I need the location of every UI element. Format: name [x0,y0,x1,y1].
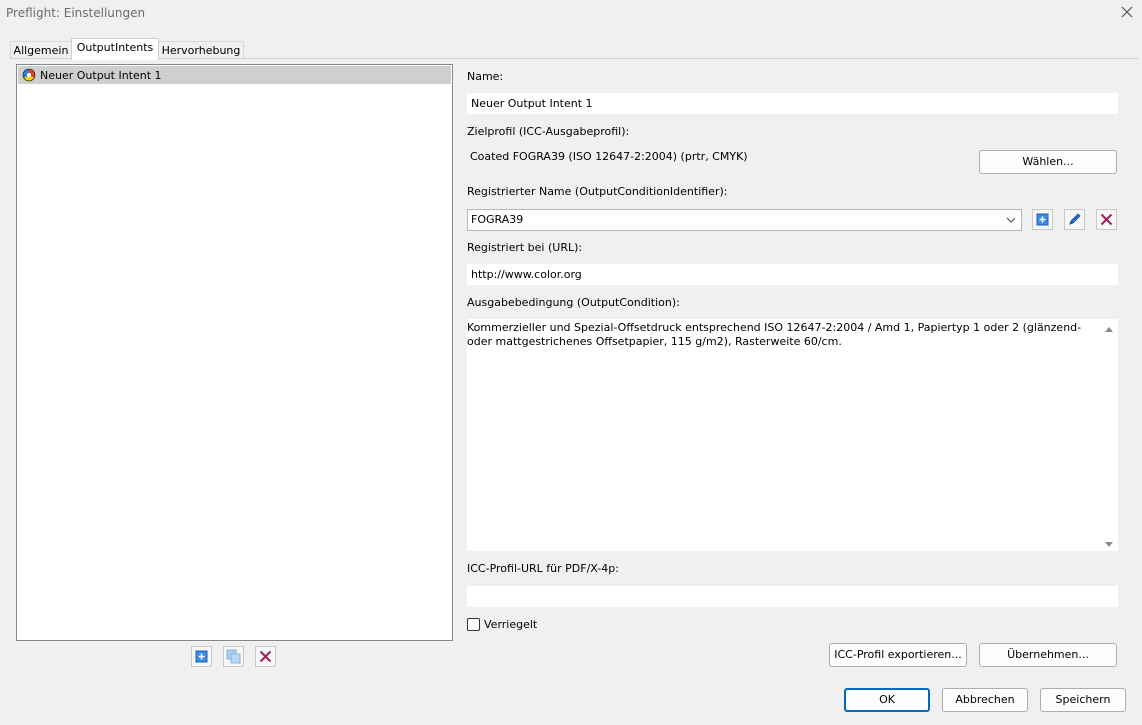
profile-value: Coated FOGRA39 (ISO 12647-2:2004) (prtr,… [470,150,748,163]
tab-outputintents[interactable]: OutputIntents [71,38,159,60]
choose-profile-button[interactable]: Wählen... [979,150,1117,174]
list-item-label: Neuer Output Intent 1 [40,69,162,82]
export-icc-button[interactable]: ICC-Profil exportieren... [829,643,967,667]
ok-button[interactable]: OK [844,688,930,712]
save-button[interactable]: Speichern [1040,688,1126,712]
add-intent-button[interactable] [191,646,212,667]
condition-textarea[interactable]: Kommerzieller und Spezial-Offsetdruck en… [467,319,1118,551]
add-identifier-button[interactable] [1032,209,1053,230]
delete-identifier-button[interactable] [1096,209,1117,230]
scroll-down-icon[interactable] [1104,539,1114,547]
add-icon [1036,213,1049,226]
delete-icon [1100,213,1113,226]
registry-url-field[interactable]: http://www.color.org [467,264,1118,285]
icc-url-label: ICC-Profil-URL für PDF/X-4p: [467,562,619,575]
cancel-button[interactable]: Abbrechen [942,688,1028,712]
add-icon [195,650,208,663]
scroll-up-icon[interactable] [1104,323,1114,332]
name-field[interactable]: Neuer Output Intent 1 [467,93,1118,114]
tab-hervorhebung[interactable]: Hervorhebung [158,41,244,59]
apply-button[interactable]: Übernehmen... [979,643,1117,667]
registered-name-combo[interactable]: FOGRA39 [467,209,1022,231]
icc-url-field[interactable] [467,586,1118,607]
profile-label: Zielprofil (ICC-Ausgabeprofil): [467,125,630,138]
pencil-icon [1069,213,1081,225]
close-icon[interactable] [1119,4,1135,20]
delete-intent-button[interactable] [255,646,276,667]
output-intent-list[interactable]: Neuer Output Intent 1 [16,64,453,641]
registry-label: Registriert bei (URL): [467,241,583,254]
locked-label: Verriegelt [484,618,538,631]
tab-allgemein[interactable]: Allgemein [10,41,72,59]
chevron-down-icon[interactable] [1005,215,1017,225]
condition-text: Kommerzieller und Spezial-Offsetdruck en… [467,321,1082,348]
duplicate-intent-button[interactable] [223,646,244,667]
window-title: Preflight: Einstellungen [6,6,146,20]
delete-icon [259,650,272,663]
list-item[interactable]: Neuer Output Intent 1 [18,66,451,84]
tab-divider [10,58,1138,59]
output-intent-icon [22,68,36,82]
condition-label: Ausgabebedingung (OutputCondition): [467,296,680,309]
registered-name-value: FOGRA39 [471,213,524,226]
registered-name-label: Registrierter Name (OutputConditionIdent… [467,185,728,198]
duplicate-icon [226,649,241,664]
name-label: Name: [467,70,504,83]
locked-checkbox[interactable] [467,618,480,631]
edit-identifier-button[interactable] [1064,209,1085,230]
